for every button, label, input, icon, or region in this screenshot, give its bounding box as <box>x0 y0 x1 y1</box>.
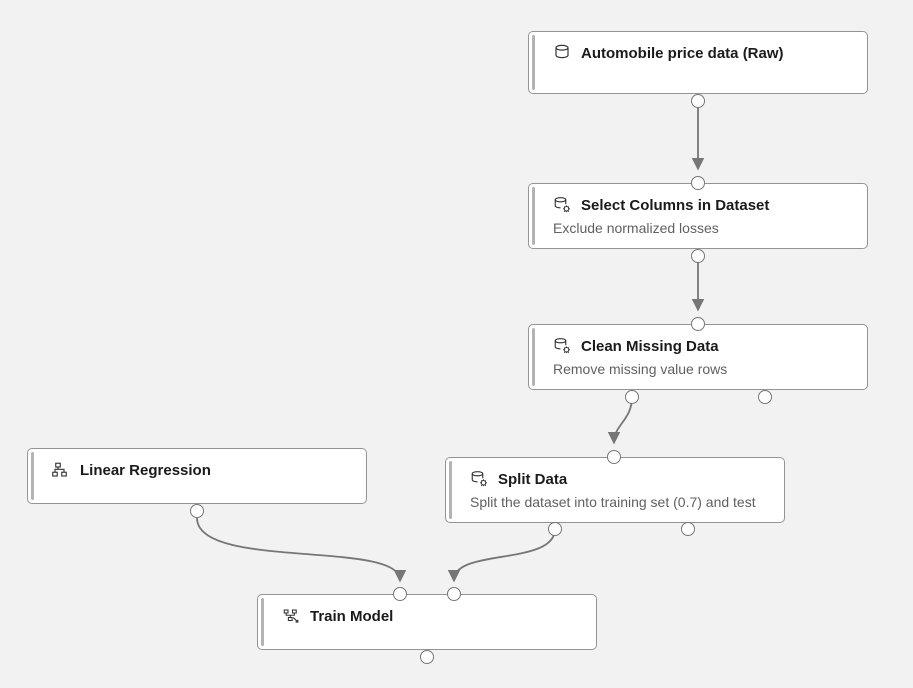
node-title: Linear Regression <box>80 462 211 479</box>
port-output[interactable] <box>691 249 705 263</box>
node-select-columns[interactable]: Select Columns in Dataset Exclude normal… <box>528 183 868 249</box>
node-automobile-price-data[interactable]: Automobile price data (Raw) <box>528 31 868 94</box>
database-gear-icon <box>470 470 488 488</box>
port-output[interactable] <box>681 522 695 536</box>
node-title: Select Columns in Dataset <box>581 197 769 214</box>
node-train-model[interactable]: Train Model <box>257 594 597 650</box>
node-title: Automobile price data (Raw) <box>581 45 784 62</box>
port-input[interactable] <box>691 317 705 331</box>
train-icon <box>282 607 300 625</box>
port-input[interactable] <box>447 587 461 601</box>
node-split-data[interactable]: Split Data Split the dataset into traini… <box>445 457 785 523</box>
node-title: Train Model <box>310 608 393 625</box>
node-linear-regression[interactable]: Linear Regression <box>27 448 367 504</box>
node-accent-bar <box>31 452 34 500</box>
port-input[interactable] <box>607 450 621 464</box>
node-accent-bar <box>261 598 264 646</box>
node-accent-bar <box>449 461 452 519</box>
database-icon <box>553 44 571 62</box>
port-input[interactable] <box>393 587 407 601</box>
branch-icon <box>52 461 70 479</box>
port-output[interactable] <box>420 650 434 664</box>
node-subtitle: Split the dataset into training set (0.7… <box>470 494 770 510</box>
port-output[interactable] <box>691 94 705 108</box>
pipeline-canvas[interactable]: Automobile price data (Raw) Select Colum… <box>0 0 913 688</box>
node-clean-missing-data[interactable]: Clean Missing Data Remove missing value … <box>528 324 868 390</box>
port-output[interactable] <box>625 390 639 404</box>
port-input[interactable] <box>691 176 705 190</box>
node-subtitle: Exclude normalized losses <box>553 220 853 236</box>
node-title: Clean Missing Data <box>581 338 719 355</box>
node-title: Split Data <box>498 471 567 488</box>
node-accent-bar <box>532 187 535 245</box>
port-output[interactable] <box>190 504 204 518</box>
database-gear-icon <box>553 337 571 355</box>
node-subtitle: Remove missing value rows <box>553 361 853 377</box>
port-output[interactable] <box>758 390 772 404</box>
port-output[interactable] <box>548 522 562 536</box>
node-accent-bar <box>532 35 535 90</box>
node-accent-bar <box>532 328 535 386</box>
database-gear-icon <box>553 196 571 214</box>
